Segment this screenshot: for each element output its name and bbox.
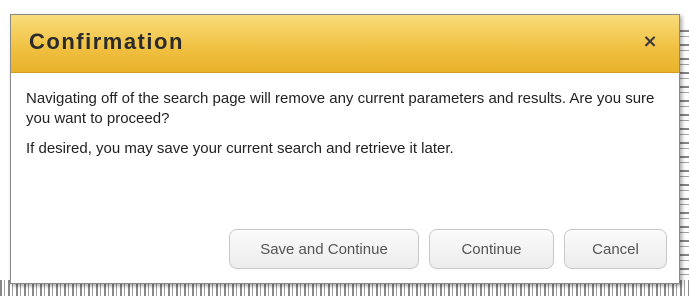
dialog-titlebar: Confirmation × <box>11 15 679 73</box>
dialog-message-warning: Navigating off of the search page will r… <box>26 90 655 127</box>
dialog-message-hint: If desired, you may save your current se… <box>26 140 454 157</box>
confirmation-dialog: Confirmation × Navigating off of the sea… <box>10 14 680 284</box>
background-page-text-right <box>680 30 689 280</box>
dialog-button-row: Save and Continue Continue Cancel <box>229 229 667 269</box>
dialog-title: Confirmation <box>29 29 184 54</box>
save-and-continue-button[interactable]: Save and Continue <box>229 229 419 269</box>
dialog-body: Navigating off of the search page will r… <box>26 89 666 169</box>
page: Confirmation × Navigating off of the sea… <box>0 0 689 296</box>
cancel-button[interactable]: Cancel <box>564 229 667 269</box>
close-icon[interactable]: × <box>639 31 661 53</box>
continue-button[interactable]: Continue <box>429 229 554 269</box>
